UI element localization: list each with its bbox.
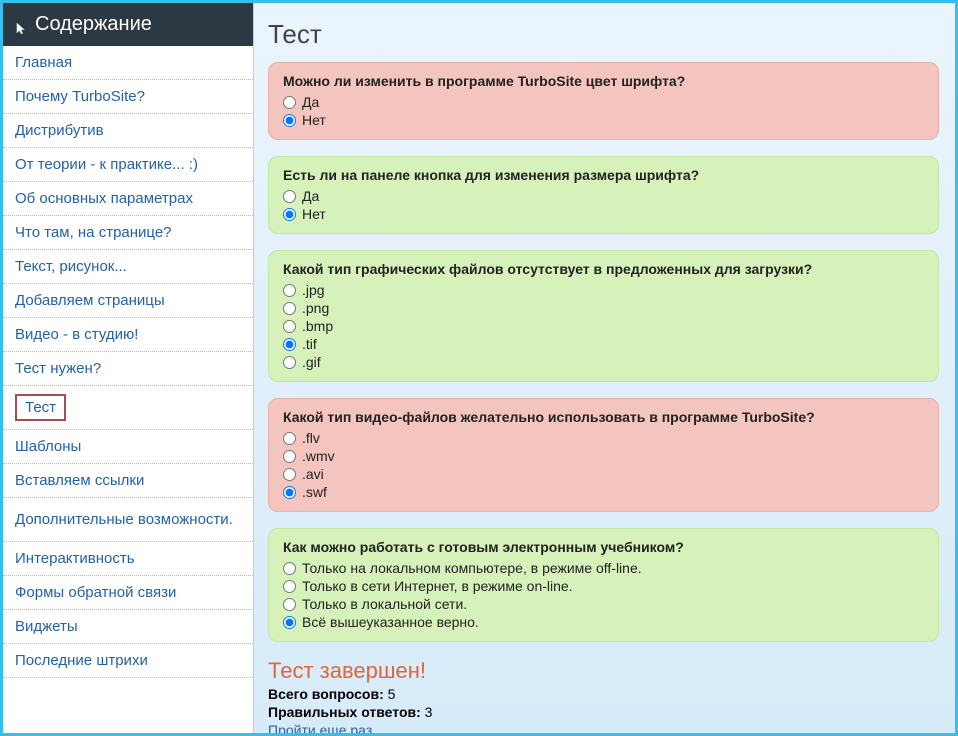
option-label: .wmv (302, 448, 335, 464)
option-label: Только в локальной сети. (302, 596, 467, 612)
option-3-2[interactable]: .avi (283, 465, 924, 483)
option-radio[interactable] (283, 562, 296, 575)
sidebar-item-10[interactable]: Тест (3, 386, 253, 430)
retry-link[interactable]: Пройти еще раз (268, 722, 372, 733)
option-2-3[interactable]: .tif (283, 335, 924, 353)
option-label: .jpg (302, 282, 325, 298)
option-radio[interactable] (283, 598, 296, 611)
sidebar-item-13[interactable]: Дополнительные возможности. (3, 498, 253, 542)
sidebar-item-16[interactable]: Виджеты (3, 610, 253, 644)
sidebar-list: ГлавнаяПочему TurboSite?ДистрибутивОт те… (3, 46, 253, 678)
option-radio[interactable] (283, 580, 296, 593)
option-3-1[interactable]: .wmv (283, 447, 924, 465)
option-radio[interactable] (283, 302, 296, 315)
sidebar-item-5[interactable]: Что там, на странице? (3, 216, 253, 250)
sidebar-item-2[interactable]: Дистрибутив (3, 114, 253, 148)
sidebar-item-8[interactable]: Видео - в студию! (3, 318, 253, 352)
sidebar-item-7[interactable]: Добавляем страницы (3, 284, 253, 318)
questions-container: Можно ли изменить в программе TurboSite … (268, 62, 939, 642)
option-radio[interactable] (283, 284, 296, 297)
sidebar-item-6[interactable]: Текст, рисунок... (3, 250, 253, 284)
option-2-2[interactable]: .bmp (283, 317, 924, 335)
question-card-4: Как можно работать с готовым электронным… (268, 528, 939, 642)
option-0-1[interactable]: Нет (283, 111, 924, 129)
option-radio[interactable] (283, 616, 296, 629)
question-text: Есть ли на панеле кнопка для изменения р… (283, 167, 924, 183)
option-label: Да (302, 94, 319, 110)
sidebar-item-0[interactable]: Главная (3, 46, 253, 80)
option-1-0[interactable]: Да (283, 187, 924, 205)
option-radio[interactable] (283, 468, 296, 481)
sidebar-item-11[interactable]: Шаблоны (3, 430, 253, 464)
option-radio[interactable] (283, 96, 296, 109)
option-radio[interactable] (283, 114, 296, 127)
result-title: Тест завершен! (268, 658, 939, 684)
result-block: Тест завершен! Всего вопросов: 5 Правиль… (268, 658, 939, 733)
option-4-3[interactable]: Всё вышеуказанное верно. (283, 613, 924, 631)
option-label: .png (302, 300, 329, 316)
option-label: .gif (302, 354, 321, 370)
option-radio[interactable] (283, 320, 296, 333)
sidebar-item-15[interactable]: Формы обратной связи (3, 576, 253, 610)
option-4-2[interactable]: Только в локальной сети. (283, 595, 924, 613)
option-label: .tif (302, 336, 317, 352)
option-label: Всё вышеуказанное верно. (302, 614, 479, 630)
option-radio[interactable] (283, 486, 296, 499)
sidebar-item-12[interactable]: Вставляем ссылки (3, 464, 253, 498)
cursor-icon (15, 18, 29, 32)
result-correct: Правильных ответов: 3 (268, 704, 939, 720)
sidebar-item-17[interactable]: Последние штрихи (3, 644, 253, 678)
option-label: .flv (302, 430, 320, 446)
option-label: .swf (302, 484, 327, 500)
question-text: Можно ли изменить в программе TurboSite … (283, 73, 924, 89)
option-label: Да (302, 188, 319, 204)
question-text: Как можно работать с готовым электронным… (283, 539, 924, 555)
option-radio[interactable] (283, 208, 296, 221)
sidebar-item-3[interactable]: От теории - к практике... :) (3, 148, 253, 182)
option-4-1[interactable]: Только в сети Интернет, в режиме on-line… (283, 577, 924, 595)
option-2-0[interactable]: .jpg (283, 281, 924, 299)
question-text: Какой тип графических файлов отсутствует… (283, 261, 924, 277)
option-radio[interactable] (283, 338, 296, 351)
option-4-0[interactable]: Только на локальном компьютере, в режиме… (283, 559, 924, 577)
sidebar-item-1[interactable]: Почему TurboSite? (3, 80, 253, 114)
page-title: Тест (268, 19, 939, 50)
option-3-0[interactable]: .flv (283, 429, 924, 447)
option-label: .avi (302, 466, 324, 482)
option-1-1[interactable]: Нет (283, 205, 924, 223)
question-text: Какой тип видео-файлов желательно исполь… (283, 409, 924, 425)
sidebar-item-9[interactable]: Тест нужен? (3, 352, 253, 386)
option-label: Только в сети Интернет, в режиме on-line… (302, 578, 573, 594)
sidebar-item-4[interactable]: Об основных параметрах (3, 182, 253, 216)
option-label: Нет (302, 206, 326, 222)
option-radio[interactable] (283, 450, 296, 463)
sidebar: Содержание ГлавнаяПочему TurboSite?Дистр… (3, 3, 254, 733)
sidebar-title: Содержание (35, 13, 152, 36)
question-card-1: Есть ли на панеле кнопка для изменения р… (268, 156, 939, 234)
option-3-3[interactable]: .swf (283, 483, 924, 501)
sidebar-item-14[interactable]: Интерактивность (3, 542, 253, 576)
option-radio[interactable] (283, 356, 296, 369)
option-label: Нет (302, 112, 326, 128)
sidebar-header: Содержание (3, 3, 253, 46)
question-card-2: Какой тип графических файлов отсутствует… (268, 250, 939, 382)
result-total: Всего вопросов: 5 (268, 686, 939, 702)
option-2-1[interactable]: .png (283, 299, 924, 317)
option-radio[interactable] (283, 432, 296, 445)
option-label: .bmp (302, 318, 333, 334)
option-2-4[interactable]: .gif (283, 353, 924, 371)
option-radio[interactable] (283, 190, 296, 203)
option-label: Только на локальном компьютере, в режиме… (302, 560, 642, 576)
question-card-0: Можно ли изменить в программе TurboSite … (268, 62, 939, 140)
question-card-3: Какой тип видео-файлов желательно исполь… (268, 398, 939, 512)
app-frame: Содержание ГлавнаяПочему TurboSite?Дистр… (0, 0, 958, 736)
option-0-0[interactable]: Да (283, 93, 924, 111)
sidebar-item-label: Тест (15, 394, 66, 421)
main-content: Тест Можно ли изменить в программе Turbo… (254, 3, 955, 733)
